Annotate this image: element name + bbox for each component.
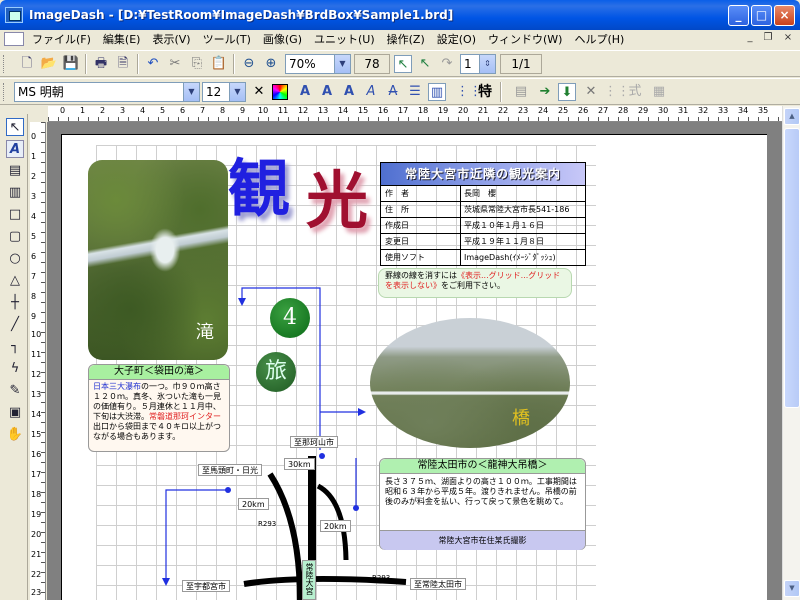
- falls-lead: 日本三大瀑布: [93, 382, 141, 391]
- map-label[interactable]: 20km: [238, 498, 269, 510]
- map-label[interactable]: 30km: [284, 458, 315, 470]
- bridge-caption-body: 長さ３７５ｍ、湖面よりの高さ１００ｍ。工事期間は昭和６３年から平成５年。渡りきれ…: [385, 477, 577, 506]
- map-label[interactable]: 至那珂山市: [290, 436, 338, 448]
- bridge-photo[interactable]: [370, 318, 570, 448]
- falls-caption-title: 大子町＜袋田の滝＞: [89, 365, 229, 380]
- arrow-head-icon: [238, 298, 246, 306]
- road-label: R293: [372, 574, 391, 582]
- road-label: R293: [258, 520, 277, 528]
- bridge-caption-footer: 常陸大宮市在住某氏撮影: [380, 530, 585, 550]
- falls-body-2: 出口から袋田まで４０キロ以上がつながる場合もあります。: [93, 422, 221, 441]
- route-4-marker[interactable]: 4: [270, 298, 310, 338]
- map-label[interactable]: 常陸大宮: [302, 560, 316, 600]
- bridge-photo-label: 橋: [512, 408, 530, 429]
- map-label[interactable]: 至常陸太田市: [410, 578, 466, 590]
- map-label[interactable]: 20km: [320, 520, 351, 532]
- falls-caption-body: 日本三大瀑布の一つ。巾９０ｍ高さ１２０ｍ。真冬、氷ついた滝も一見の価値有り。５月…: [89, 380, 229, 444]
- bridge-caption-title: 常陸太田市の＜龍神大吊橋＞: [380, 459, 585, 474]
- falls-caption-box[interactable]: 大子町＜袋田の滝＞ 日本三大瀑布の一つ。巾９０ｍ高さ１２０ｍ。真冬、氷ついた滝も…: [88, 364, 230, 452]
- travel-marker[interactable]: 旅: [256, 352, 296, 392]
- map-label[interactable]: 至宇都宮市: [182, 580, 230, 592]
- map-label[interactable]: 至馬頭町・日光: [198, 464, 262, 476]
- bridge-caption-box[interactable]: 常陸太田市の＜龍神大吊橋＞ 長さ３７５ｍ、湖面よりの高さ１００ｍ。工事期間は昭和…: [379, 458, 586, 550]
- falls-red: 常磐道那珂インター: [149, 412, 221, 421]
